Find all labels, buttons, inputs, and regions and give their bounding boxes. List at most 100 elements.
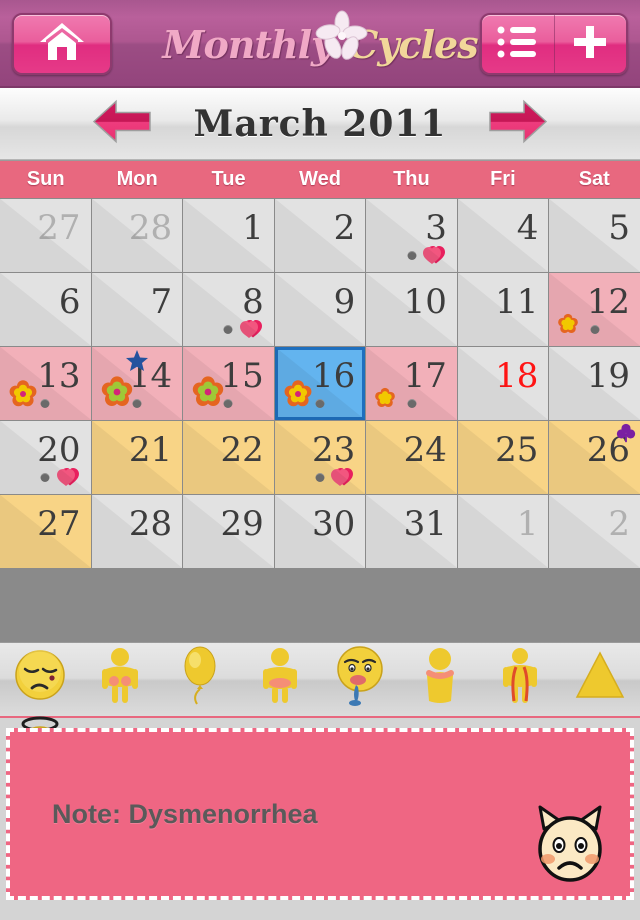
flower-icon [191,375,225,414]
day-markers [98,240,177,266]
day-markers [372,536,451,562]
nausea-vomiting-icon [332,643,388,712]
day-markers [189,376,268,414]
calendar-day-cell[interactable]: 10 [366,273,457,346]
day-markers [98,462,177,488]
calendar-day-cell[interactable]: 26 [549,421,640,494]
calendar-day-cell[interactable]: 27 [0,495,91,568]
calendar-day-cell[interactable]: 30 [274,495,366,568]
calendar-day-cell[interactable]: 17 [366,347,457,420]
calendar-day-cell[interactable]: 27 [0,199,91,272]
day-markers [281,462,360,488]
note-dot-icon [223,399,233,408]
calendar-day-cell[interactable]: 28 [91,495,183,568]
note-dot-icon [407,399,417,408]
home-button[interactable] [12,13,112,75]
calendar-day-cell[interactable]: 11 [457,273,549,346]
left-arrow-icon [92,99,151,143]
day-markers [464,388,543,414]
triangle-icon [574,650,626,705]
day-markers [6,536,85,562]
flower-icon [8,379,38,414]
app-header: Monthly Cycles [0,0,640,88]
day-markers [98,376,177,414]
calendar-day-cell[interactable]: 3 [366,199,457,272]
calendar-day-cell[interactable]: 8 [183,273,274,346]
list-view-button[interactable] [482,15,555,73]
plus-icon [570,22,610,67]
weekday-sun: Sun [26,168,65,190]
day-markers [98,536,177,562]
note-dot-icon [407,251,417,260]
calendar-day-cell[interactable]: 14 [91,347,183,420]
page-title: March 2011 [193,102,447,145]
weekday-wed: Wed [299,168,341,190]
day-markers [98,314,177,340]
calendar-day-cell[interactable]: 19 [549,347,640,420]
symptom-button-2[interactable] [160,643,240,712]
calendar-day-cell[interactable]: 12 [549,273,640,346]
weekday-header: Sun Mon Tue Wed Thu Fri Sat [0,160,640,198]
day-markers [464,462,543,488]
symptom-button-7[interactable] [560,643,640,712]
symptom-button-6[interactable] [480,643,560,712]
calendar-day-cell[interactable]: 31 [366,495,457,568]
day-markers [372,462,451,488]
calendar-day-cell[interactable]: 1 [457,495,549,568]
symptom-button-3[interactable] [240,643,320,712]
calendar-day-cell[interactable]: 23 [274,421,366,494]
clover-icon [615,422,637,449]
symptom-button-5[interactable] [400,643,480,712]
calendar-day-cell[interactable]: 5 [549,199,640,272]
day-markers [281,314,360,340]
previous-month-button[interactable] [92,97,152,150]
calendar-day-cell[interactable]: 20 [0,421,91,494]
calendar-day-cell[interactable]: 13 [0,347,91,420]
day-markers [555,536,634,562]
note-dot-icon [132,399,142,408]
symptom-button-4[interactable] [320,643,400,712]
calendar-day-cell[interactable]: 29 [183,495,274,568]
symptom-button-0[interactable] [0,643,80,712]
calendar-day-cell[interactable]: 22 [183,421,274,494]
calendar-day-cell[interactable]: 7 [91,273,183,346]
calendar-day-cell[interactable]: 16 [274,347,366,420]
calendar-day-cell[interactable]: 24 [366,421,457,494]
calendar-day-cell[interactable]: 21 [91,421,183,494]
weekday-thu: Thu [393,168,430,190]
calendar-day-cell[interactable]: 2 [549,495,640,568]
note-panel[interactable]: Note: Dysmenorrhea [6,728,634,900]
day-markers [6,240,85,266]
weekday-mon: Mon [116,168,158,190]
flower-icon [100,375,134,414]
day-markers [189,462,268,488]
calendar-day-cell[interactable]: 28 [91,199,183,272]
note-panel-wrapper: Note: Dysmenorrhea [0,718,640,906]
calendar-day-cell[interactable]: 1 [183,199,274,272]
calendar-day-cell[interactable]: 15 [183,347,274,420]
calendar-day-cell[interactable]: 4 [457,199,549,272]
add-entry-button[interactable] [555,15,627,73]
heart-icon [331,466,354,486]
note-dot-icon [315,473,325,482]
calendar-day-cell[interactable]: 25 [457,421,549,494]
month-navigation: March 2011 [0,88,640,160]
day-markers [555,313,634,340]
symptom-button-1[interactable] [80,643,160,712]
next-month-button[interactable] [488,97,548,150]
note-dot-icon [40,473,50,482]
weekday-sat: Sat [578,168,610,190]
logo-text-cycles: Cycles [348,21,478,67]
note-dot-icon [590,325,600,334]
calendar-day-cell[interactable]: 18 [457,347,549,420]
day-markers [189,536,268,562]
logo-text-monthly: Monthly [162,21,333,67]
day-markers [555,462,634,488]
flower-icon [374,387,396,414]
heart-icon [239,318,262,338]
calendar-day-cell[interactable]: 9 [274,273,366,346]
calendar-day-cell[interactable]: 6 [0,273,91,346]
calendar-day-cell[interactable]: 2 [274,199,366,272]
day-markers [555,388,634,414]
right-arrow-icon [489,99,548,143]
